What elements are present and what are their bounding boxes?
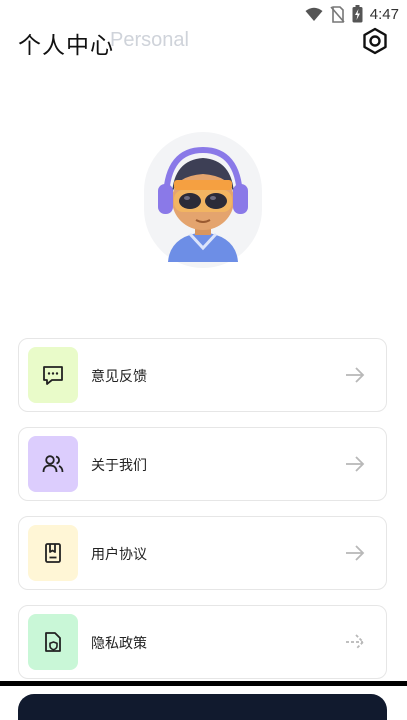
message-icon bbox=[43, 366, 63, 385]
avatar[interactable] bbox=[144, 132, 262, 268]
menu-item-about-us[interactable]: 关于我们 bbox=[18, 427, 387, 501]
wifi-icon bbox=[305, 7, 323, 21]
menu-item-label: 用户协议 bbox=[91, 547, 147, 563]
no-sim-icon bbox=[330, 5, 345, 23]
arrow-right-icon bbox=[346, 545, 365, 561]
divider bbox=[0, 681, 407, 686]
page-subtitle: Personal bbox=[110, 29, 189, 51]
settings-button[interactable] bbox=[360, 26, 390, 56]
users-icon bbox=[42, 455, 64, 473]
icon-box bbox=[28, 436, 78, 492]
menu-item-user-agreement[interactable]: 用户协议 bbox=[18, 516, 387, 590]
avatar-character-image bbox=[158, 146, 248, 262]
menu-item-label: 隐私政策 bbox=[91, 636, 147, 652]
menu-item-privacy-policy[interactable]: 隐私政策 bbox=[18, 605, 387, 679]
page-header: 个人中心 Personal bbox=[18, 24, 392, 60]
settings-hexagon-icon bbox=[363, 27, 387, 55]
menu-item-label: 关于我们 bbox=[91, 458, 147, 474]
menu-item-feedback[interactable]: 意见反馈 bbox=[18, 338, 387, 412]
bottom-panel bbox=[18, 694, 387, 720]
icon-box bbox=[28, 614, 78, 670]
arrow-right-icon bbox=[346, 367, 365, 383]
menu-list: 意见反馈 关于我们 用户协议 隐私政策 bbox=[18, 338, 387, 694]
menu-item-label: 意见反馈 bbox=[91, 369, 147, 385]
arrow-right-icon bbox=[346, 456, 365, 472]
arrow-right-icon bbox=[346, 634, 365, 650]
status-time: 4:47 bbox=[369, 5, 399, 23]
icon-box bbox=[28, 347, 78, 403]
battery-icon bbox=[352, 5, 363, 23]
page-title: 个人中心 bbox=[18, 33, 114, 59]
document-icon bbox=[45, 543, 61, 563]
icon-box bbox=[28, 525, 78, 581]
privacy-shield-icon bbox=[45, 632, 61, 652]
